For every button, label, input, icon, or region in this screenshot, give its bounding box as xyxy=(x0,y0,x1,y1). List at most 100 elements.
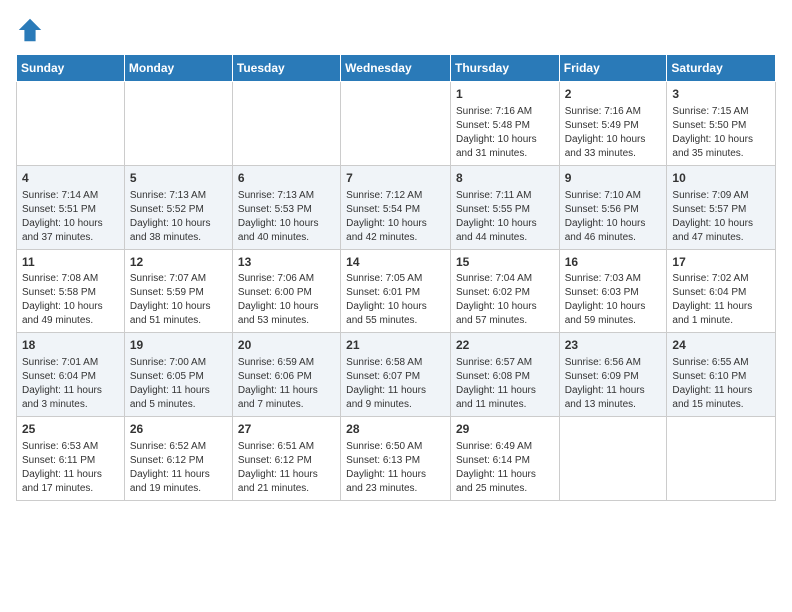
calendar-cell: 4 Sunrise: 7:14 AM Sunset: 5:51 PM Daylig… xyxy=(17,165,125,249)
day-info: Sunrise: 6:56 AM Sunset: 6:09 PM Dayligh… xyxy=(565,357,645,410)
calendar-cell: 25 Sunrise: 6:53 AM Sunset: 6:11 PM Dayli… xyxy=(17,417,125,501)
day-number: 11 xyxy=(22,254,119,271)
weekday-header: Saturday xyxy=(667,55,776,82)
weekday-row: SundayMondayTuesdayWednesdayThursdayFrid… xyxy=(17,55,776,82)
day-number: 13 xyxy=(238,254,335,271)
calendar-cell: 29Sunrise: 6:49 AM Sunset: 6:14 PM Dayli… xyxy=(450,417,559,501)
day-info: Sunrise: 7:11 AM Sunset: 5:55 PM Dayligh… xyxy=(456,190,537,243)
day-info: Sunrise: 7:06 AM Sunset: 6:00 PM Dayligh… xyxy=(238,273,319,326)
calendar-cell: 21 Sunrise: 6:58 AM Sunset: 6:07 PM Dayli… xyxy=(341,333,451,417)
calendar-week-row: 1 Sunrise: 7:16 AM Sunset: 5:48 PM Daylig… xyxy=(17,82,776,166)
calendar-cell: 8 Sunrise: 7:11 AM Sunset: 5:55 PM Daylig… xyxy=(450,165,559,249)
day-number: 19 xyxy=(130,337,227,354)
calendar-week-row: 4 Sunrise: 7:14 AM Sunset: 5:51 PM Daylig… xyxy=(17,165,776,249)
day-info: Sunrise: 6:55 AM Sunset: 6:10 PM Dayligh… xyxy=(672,357,752,410)
day-number: 5 xyxy=(130,170,227,187)
weekday-header: Sunday xyxy=(17,55,125,82)
day-info: Sunrise: 6:59 AM Sunset: 6:06 PM Dayligh… xyxy=(238,357,318,410)
day-number: 8 xyxy=(456,170,554,187)
day-number: 6 xyxy=(238,170,335,187)
calendar-cell: 27 Sunrise: 6:51 AM Sunset: 6:12 PM Dayli… xyxy=(232,417,340,501)
day-info: Sunrise: 6:52 AM Sunset: 6:12 PM Dayligh… xyxy=(130,441,210,494)
calendar-header: SundayMondayTuesdayWednesdayThursdayFrid… xyxy=(17,55,776,82)
day-number: 23 xyxy=(565,337,662,354)
calendar-cell: 28Sunrise: 6:50 AM Sunset: 6:13 PM Dayli… xyxy=(341,417,451,501)
day-number: 14 xyxy=(346,254,445,271)
day-info: Sunrise: 7:07 AM Sunset: 5:59 PM Dayligh… xyxy=(130,273,211,326)
day-number: 21 xyxy=(346,337,445,354)
day-info: Sunrise: 7:15 AM Sunset: 5:50 PM Dayligh… xyxy=(672,106,753,159)
day-info: Sunrise: 6:50 AM Sunset: 6:13 PM Dayligh… xyxy=(346,441,426,494)
day-info: Sunrise: 7:09 AM Sunset: 5:57 PM Dayligh… xyxy=(672,190,753,243)
day-number: 29 xyxy=(456,421,554,438)
day-info: Sunrise: 6:57 AM Sunset: 6:08 PM Dayligh… xyxy=(456,357,536,410)
day-info: Sunrise: 6:53 AM Sunset: 6:11 PM Dayligh… xyxy=(22,441,102,494)
calendar-cell: 14 Sunrise: 7:05 AM Sunset: 6:01 PM Dayli… xyxy=(341,249,451,333)
calendar-cell: 7 Sunrise: 7:12 AM Sunset: 5:54 PM Daylig… xyxy=(341,165,451,249)
day-number: 25 xyxy=(22,421,119,438)
calendar-cell xyxy=(559,417,667,501)
day-info: Sunrise: 7:02 AM Sunset: 6:04 PM Dayligh… xyxy=(672,273,752,326)
day-info: Sunrise: 7:04 AM Sunset: 6:02 PM Dayligh… xyxy=(456,273,537,326)
day-number: 1 xyxy=(456,86,554,103)
calendar-week-row: 11 Sunrise: 7:08 AM Sunset: 5:58 PM Dayli… xyxy=(17,249,776,333)
day-number: 9 xyxy=(565,170,662,187)
day-info: Sunrise: 6:58 AM Sunset: 6:07 PM Dayligh… xyxy=(346,357,426,410)
calendar-cell: 17 Sunrise: 7:02 AM Sunset: 6:04 PM Dayli… xyxy=(667,249,776,333)
calendar-cell xyxy=(232,82,340,166)
weekday-header: Monday xyxy=(124,55,232,82)
day-info: Sunrise: 7:10 AM Sunset: 5:56 PM Dayligh… xyxy=(565,190,646,243)
day-info: Sunrise: 7:14 AM Sunset: 5:51 PM Dayligh… xyxy=(22,190,103,243)
calendar-cell xyxy=(341,82,451,166)
calendar-table: SundayMondayTuesdayWednesdayThursdayFrid… xyxy=(16,54,776,501)
weekday-header: Tuesday xyxy=(232,55,340,82)
logo xyxy=(16,16,48,44)
calendar-cell: 15 Sunrise: 7:04 AM Sunset: 6:02 PM Dayli… xyxy=(450,249,559,333)
calendar-cell: 24Sunrise: 6:55 AM Sunset: 6:10 PM Dayli… xyxy=(667,333,776,417)
day-info: Sunrise: 7:01 AM Sunset: 6:04 PM Dayligh… xyxy=(22,357,102,410)
calendar-cell: 6 Sunrise: 7:13 AM Sunset: 5:53 PM Daylig… xyxy=(232,165,340,249)
calendar-cell: 5 Sunrise: 7:13 AM Sunset: 5:52 PM Daylig… xyxy=(124,165,232,249)
day-number: 27 xyxy=(238,421,335,438)
calendar-week-row: 18 Sunrise: 7:01 AM Sunset: 6:04 PM Dayli… xyxy=(17,333,776,417)
day-info: Sunrise: 7:08 AM Sunset: 5:58 PM Dayligh… xyxy=(22,273,103,326)
calendar-cell: 13 Sunrise: 7:06 AM Sunset: 6:00 PM Dayli… xyxy=(232,249,340,333)
day-number: 16 xyxy=(565,254,662,271)
calendar-cell: 3 Sunrise: 7:15 AM Sunset: 5:50 PM Daylig… xyxy=(667,82,776,166)
calendar-cell: 16Sunrise: 7:03 AM Sunset: 6:03 PM Dayli… xyxy=(559,249,667,333)
day-number: 4 xyxy=(22,170,119,187)
day-number: 10 xyxy=(672,170,770,187)
day-info: Sunrise: 7:05 AM Sunset: 6:01 PM Dayligh… xyxy=(346,273,427,326)
day-number: 15 xyxy=(456,254,554,271)
day-number: 18 xyxy=(22,337,119,354)
day-info: Sunrise: 7:13 AM Sunset: 5:52 PM Dayligh… xyxy=(130,190,211,243)
day-info: Sunrise: 7:00 AM Sunset: 6:05 PM Dayligh… xyxy=(130,357,210,410)
day-number: 17 xyxy=(672,254,770,271)
weekday-header: Friday xyxy=(559,55,667,82)
calendar-cell: 1 Sunrise: 7:16 AM Sunset: 5:48 PM Daylig… xyxy=(450,82,559,166)
day-number: 3 xyxy=(672,86,770,103)
calendar-cell: 18 Sunrise: 7:01 AM Sunset: 6:04 PM Dayli… xyxy=(17,333,125,417)
calendar-cell: 9 Sunrise: 7:10 AM Sunset: 5:56 PM Daylig… xyxy=(559,165,667,249)
day-info: Sunrise: 7:16 AM Sunset: 5:48 PM Dayligh… xyxy=(456,106,537,159)
day-info: Sunrise: 6:51 AM Sunset: 6:12 PM Dayligh… xyxy=(238,441,318,494)
day-info: Sunrise: 7:16 AM Sunset: 5:49 PM Dayligh… xyxy=(565,106,646,159)
page-header xyxy=(16,16,776,44)
logo-icon xyxy=(16,16,44,44)
calendar-cell: 10 Sunrise: 7:09 AM Sunset: 5:57 PM Dayli… xyxy=(667,165,776,249)
calendar-cell xyxy=(124,82,232,166)
day-number: 7 xyxy=(346,170,445,187)
day-number: 26 xyxy=(130,421,227,438)
calendar-cell: 23 Sunrise: 6:56 AM Sunset: 6:09 PM Dayli… xyxy=(559,333,667,417)
calendar-cell xyxy=(667,417,776,501)
calendar-cell: 2Sunrise: 7:16 AM Sunset: 5:49 PM Daylig… xyxy=(559,82,667,166)
calendar-body: 1 Sunrise: 7:16 AM Sunset: 5:48 PM Daylig… xyxy=(17,82,776,501)
calendar-cell: 19 Sunrise: 7:00 AM Sunset: 6:05 PM Dayli… xyxy=(124,333,232,417)
calendar-cell: 12Sunrise: 7:07 AM Sunset: 5:59 PM Dayli… xyxy=(124,249,232,333)
weekday-header: Wednesday xyxy=(341,55,451,82)
calendar-cell: 20 Sunrise: 6:59 AM Sunset: 6:06 PM Dayli… xyxy=(232,333,340,417)
day-info: Sunrise: 7:13 AM Sunset: 5:53 PM Dayligh… xyxy=(238,190,319,243)
day-number: 20 xyxy=(238,337,335,354)
day-info: Sunrise: 7:12 AM Sunset: 5:54 PM Dayligh… xyxy=(346,190,427,243)
calendar-cell: 22Sunrise: 6:57 AM Sunset: 6:08 PM Dayli… xyxy=(450,333,559,417)
